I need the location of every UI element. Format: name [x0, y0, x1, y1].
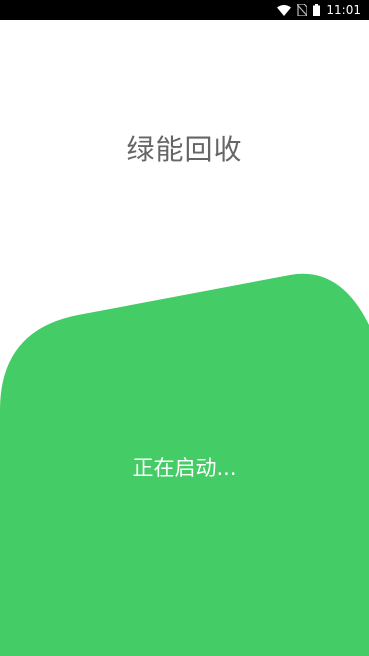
splash-screen: 11:01 绿能回收 正在启动...	[0, 0, 369, 656]
loading-text: 正在启动...	[132, 456, 237, 480]
green-wave-shape	[0, 273, 369, 656]
